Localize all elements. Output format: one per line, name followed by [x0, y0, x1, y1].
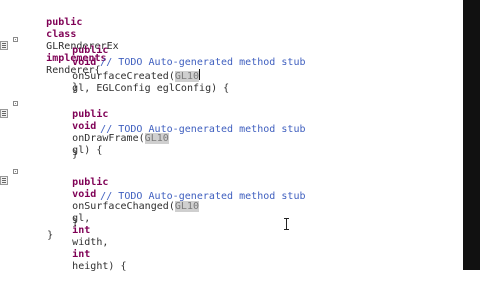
- keyword-public: public: [46, 17, 83, 28]
- method-parameters: gl, EGLConfig eglConfig) {: [72, 83, 230, 94]
- closing-brace: }: [72, 82, 79, 93]
- text-cursor-icon: [283, 218, 290, 230]
- todo-comment: // TODO Auto-generated method stub: [100, 191, 306, 202]
- code-line-11[interactable]: }: [23, 218, 53, 254]
- closing-brace: }: [72, 149, 79, 160]
- collapse-icon[interactable]: [13, 37, 18, 42]
- parameter-height: height) {: [72, 261, 127, 272]
- code-line-3[interactable]: // TODO Auto-generated method stub: [76, 45, 306, 81]
- collapse-icon[interactable]: [13, 101, 18, 106]
- task-marker-icon[interactable]: [0, 109, 8, 118]
- window-edge: [463, 0, 480, 270]
- collapse-icon[interactable]: [13, 169, 18, 174]
- todo-comment: // TODO Auto-generated method stub: [100, 124, 306, 135]
- todo-comment: // TODO Auto-generated method stub: [100, 57, 306, 68]
- class-closing-brace: }: [47, 230, 54, 241]
- closing-brace: }: [72, 217, 79, 228]
- task-marker-icon[interactable]: [0, 41, 8, 50]
- keyword-int: int: [72, 249, 91, 260]
- code-line-6[interactable]: // TODO Auto-generated method stub: [76, 112, 306, 148]
- code-line-9[interactable]: // TODO Auto-generated method stub: [76, 179, 306, 215]
- task-marker-icon[interactable]: [0, 176, 8, 185]
- code-editor[interactable]: public class GLRendererEx implements Ren…: [0, 0, 463, 272]
